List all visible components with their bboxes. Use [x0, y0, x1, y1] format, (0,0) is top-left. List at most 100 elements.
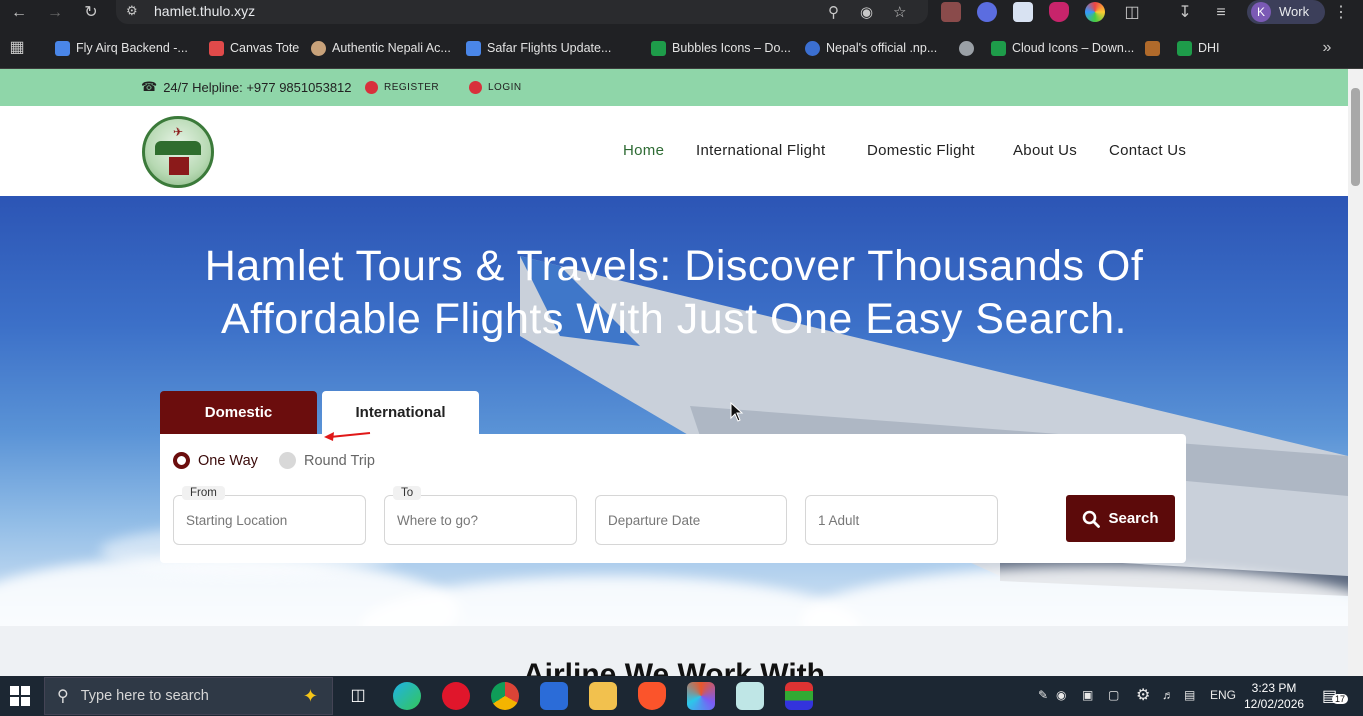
windows-start-icon[interactable] [10, 686, 30, 706]
phone-icon: ☎ [141, 79, 158, 94]
bookmark-item[interactable]: Safar Flights Update... [466, 38, 611, 58]
notification-center-icon[interactable]: ▤ 17 [1322, 686, 1349, 706]
nav-about-us[interactable]: About Us [1013, 142, 1077, 159]
login-link[interactable]: LOGIN [469, 81, 522, 94]
sheets-plus-icon [1177, 40, 1192, 56]
volume-icon[interactable]: ♬ [1162, 688, 1174, 702]
bookmark-item[interactable]: Authentic Nepali Ac... [311, 38, 451, 58]
np-icon [805, 40, 820, 56]
forward-icon[interactable]: → [44, 2, 66, 24]
screenshot-extension-icon[interactable] [941, 2, 961, 22]
browser-toolbar: ← → ↻ ⚙ hamlet.thulo.xyz ⚲ ◉ ☆ ◫ ↧ ≡ K W… [0, 0, 1363, 26]
search-icon [1083, 510, 1101, 528]
bookmark-item[interactable]: Nepal's official .np... [805, 38, 937, 58]
search-icon: ⚲ [57, 688, 69, 705]
site-logo[interactable]: ✈ [142, 116, 214, 188]
hero-title: Hamlet Tours & Travels: Discover Thousan… [204, 242, 1144, 343]
winrar-icon[interactable] [785, 682, 813, 710]
search-button[interactable]: Search [1066, 495, 1175, 542]
passengers-field[interactable]: 1 Adult [805, 495, 998, 545]
copilot-icon[interactable] [687, 682, 715, 710]
bookmark-item[interactable]: Canvas Tote [209, 38, 299, 58]
network-icon[interactable]: ▤ [1184, 688, 1195, 702]
camera-icon[interactable]: ◉ [1056, 688, 1066, 702]
edge-icon[interactable] [393, 682, 421, 710]
avatar-icon [311, 40, 326, 56]
to-field[interactable]: To Where to go? [384, 486, 577, 545]
system-clock[interactable]: 3:23 PM 12/02/2026 [1244, 680, 1304, 712]
nav-international-flight[interactable]: International Flight [696, 142, 825, 159]
file-explorer-icon[interactable] [589, 682, 617, 710]
more-bookmarks-icon[interactable]: » [1316, 37, 1338, 59]
profile-button[interactable]: K Work [1247, 0, 1325, 24]
bookmark-item[interactable] [1145, 38, 1160, 58]
airlines-section-title: Airline We Work With [523, 658, 825, 676]
ublock-icon[interactable] [1049, 2, 1069, 22]
opera-icon[interactable] [442, 682, 470, 710]
site-settings-icon[interactable]: ⚙ [126, 3, 138, 19]
bookmark-item[interactable]: Fly Airq Backend -... [55, 38, 188, 58]
profile-avatar: K [1251, 2, 1271, 22]
store-icon[interactable] [540, 682, 568, 710]
notepad-icon[interactable] [736, 682, 764, 710]
bookmarks-bar: ▦ Fly Airq Backend -... Canvas Tote Auth… [0, 26, 1363, 69]
passengers-value: 1 Adult [818, 513, 860, 528]
globe-icon [959, 40, 974, 56]
hero-banner: Hamlet Tours & Travels: Discover Thousan… [0, 196, 1348, 626]
extension-icon[interactable] [1013, 2, 1033, 22]
nav-contact-us[interactable]: Contact Us [1109, 142, 1186, 159]
radio-checked-icon [173, 452, 190, 469]
pen-icon[interactable]: ✎ [1038, 688, 1048, 702]
windows-taskbar: ⚲ Type here to search ✦ ◫ ✎ ◉ ▣ ▢ ⚙ ♬ ▤ … [0, 676, 1363, 716]
from-placeholder: Starting Location [186, 513, 288, 528]
helpline[interactable]: ☎ 24/7 Helpline: +977 9851053812 [141, 79, 352, 95]
bookmark-star-icon[interactable]: ☆ [893, 3, 906, 21]
nav-home[interactable]: Home [623, 142, 664, 159]
reload-icon[interactable]: ↻ [80, 2, 102, 24]
profile-label: Work [1279, 4, 1310, 19]
window-icon[interactable]: ▢ [1108, 688, 1119, 702]
address-bar[interactable]: ⚙ hamlet.thulo.xyz ⚲ ◉ ☆ [116, 0, 928, 24]
radio-one-way[interactable]: One Way [173, 452, 258, 469]
logo-icon [1145, 40, 1160, 56]
bookmark-item[interactable]: Cloud Icons – Down... [991, 38, 1134, 58]
menu-kebab-icon[interactable]: ⋮ [1330, 2, 1352, 24]
site-topbar: ☎ 24/7 Helpline: +977 9851053812 REGISTE… [0, 69, 1348, 106]
brave-icon[interactable] [638, 682, 666, 710]
register-link[interactable]: REGISTER [365, 81, 439, 94]
from-field[interactable]: From Starting Location [173, 486, 366, 545]
chrome-icon[interactable] [491, 682, 519, 710]
extensions-puzzle-icon[interactable]: ◫ [1121, 2, 1143, 24]
media-queue-icon[interactable]: ≡ [1210, 2, 1232, 24]
departure-date-placeholder: Departure Date [608, 513, 701, 528]
user-icon [469, 81, 482, 94]
scrollbar-thumb[interactable] [1351, 88, 1360, 186]
docs-icon [55, 40, 70, 56]
download-icon[interactable]: ↧ [1174, 2, 1196, 24]
bookmark-item[interactable]: Bubbles Icons – Do... [651, 38, 791, 58]
to-label: To [393, 486, 422, 500]
task-view-icon[interactable]: ◫ [344, 682, 372, 710]
apps-grid-icon[interactable]: ▦ [6, 37, 28, 59]
video-icon[interactable]: ▣ [1082, 688, 1093, 702]
bookmark-item[interactable]: DHI [1177, 38, 1220, 58]
canvas-icon [209, 40, 224, 56]
tab-international[interactable]: International [322, 391, 479, 435]
settings-gear-icon[interactable]: ⚙ [1136, 685, 1150, 705]
eye-off-icon[interactable]: ◉ [860, 3, 873, 21]
url-text: hamlet.thulo.xyz [154, 3, 256, 19]
bookmark-item[interactable] [959, 38, 974, 58]
zoom-icon[interactable]: ⚲ [828, 3, 839, 21]
departure-date-field[interactable]: Departure Date [595, 495, 787, 545]
taskbar-search-box[interactable]: ⚲ Type here to search ✦ [44, 677, 333, 715]
radio-round-trip[interactable]: Round Trip [279, 452, 375, 469]
nav-domestic-flight[interactable]: Domestic Flight [867, 142, 975, 159]
flight-search-form: One Way Round Trip From Starting Locatio… [160, 434, 1186, 563]
back-icon[interactable]: ← [8, 2, 30, 24]
from-label: From [182, 486, 225, 500]
user-icon [365, 81, 378, 94]
extension-icon[interactable] [977, 2, 997, 22]
color-picker-icon[interactable] [1085, 2, 1105, 22]
language-indicator[interactable]: ENG [1210, 688, 1236, 702]
tab-domestic[interactable]: Domestic [160, 391, 317, 435]
